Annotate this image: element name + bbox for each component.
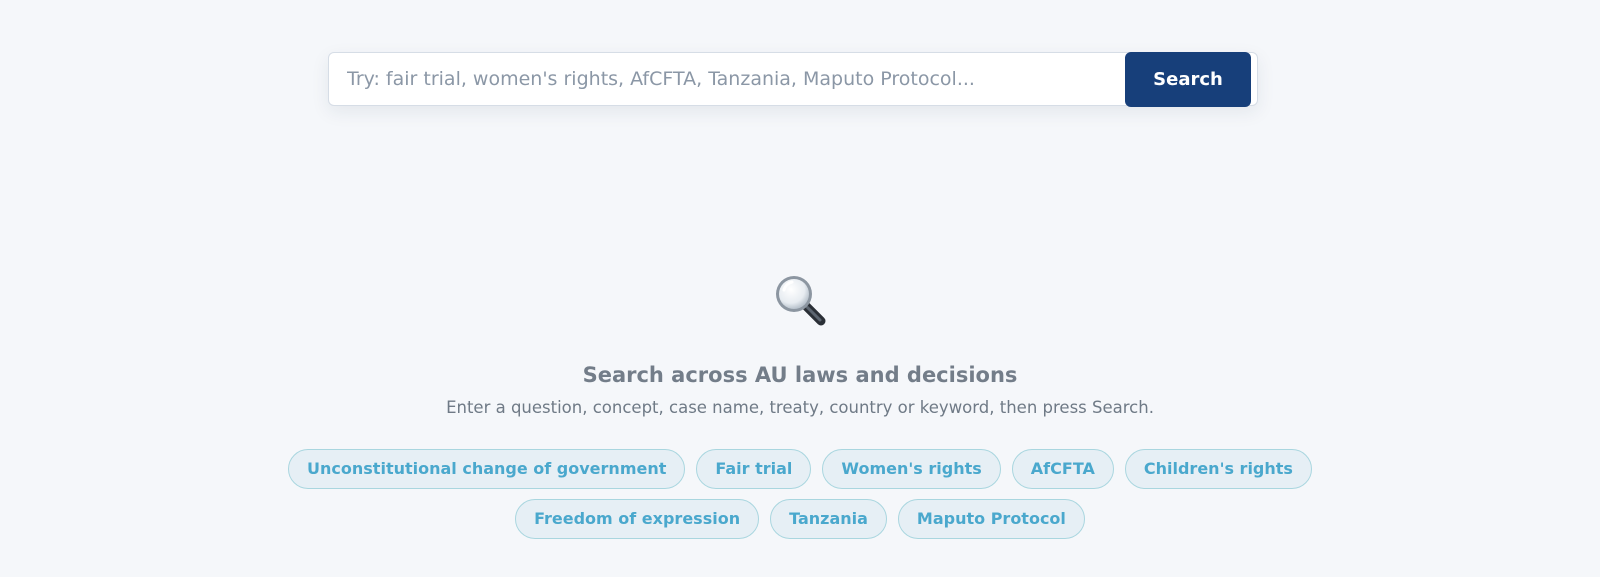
suggestion-chips: Unconstitutional change of government Fa… <box>180 449 1420 539</box>
chip-freedom-of-expression[interactable]: Freedom of expression <box>515 499 760 539</box>
chip-maputo-protocol[interactable]: Maputo Protocol <box>897 499 1085 539</box>
chip-childrens-rights[interactable]: Children's rights <box>1124 449 1312 489</box>
chip-womens-rights[interactable]: Women's rights <box>822 449 1001 489</box>
empty-state-title: Search across AU laws and decisions <box>582 363 1018 387</box>
chip-unconstitutional-change-of-government[interactable]: Unconstitutional change of government <box>288 449 686 489</box>
chip-tanzania[interactable]: Tanzania <box>770 499 887 539</box>
search-input[interactable] <box>329 53 1124 105</box>
magnifying-glass-icon <box>776 276 826 326</box>
chip-afcfta[interactable]: AfCFTA <box>1011 449 1114 489</box>
search-bar: Search <box>328 52 1258 107</box>
empty-state-subtitle: Enter a question, concept, case name, tr… <box>446 398 1154 417</box>
empty-state: Search across AU laws and decisions Ente… <box>0 270 1600 539</box>
search-button[interactable]: Search <box>1125 52 1251 107</box>
chip-fair-trial[interactable]: Fair trial <box>696 449 812 489</box>
